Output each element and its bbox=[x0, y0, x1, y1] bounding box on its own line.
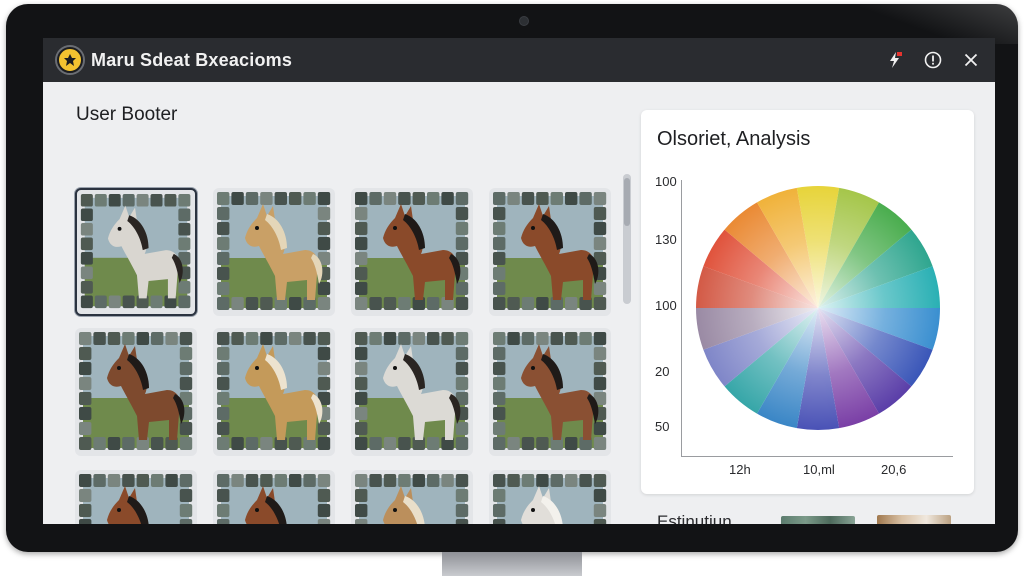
x-axis bbox=[681, 456, 953, 457]
flash-button[interactable] bbox=[885, 50, 905, 70]
horse-image bbox=[355, 474, 469, 524]
monitor-stand bbox=[442, 552, 582, 576]
horse-thumbnail[interactable] bbox=[351, 188, 473, 316]
tan-swatch[interactable] bbox=[877, 515, 951, 524]
info-button[interactable] bbox=[923, 50, 943, 70]
horse-thumbnail[interactable] bbox=[75, 188, 197, 316]
horse-thumbnail[interactable] bbox=[213, 188, 335, 316]
close-icon bbox=[964, 53, 978, 67]
scrollbar-thumb[interactable] bbox=[624, 178, 630, 226]
analysis-title: Olsoriet, Analysis bbox=[657, 128, 811, 150]
horse-image bbox=[79, 332, 193, 450]
y-axis bbox=[681, 180, 682, 456]
x-axis-label: 20,6 bbox=[881, 462, 907, 477]
close-button[interactable] bbox=[961, 50, 981, 70]
horse-thumbnail[interactable] bbox=[213, 328, 335, 456]
left-pane: User Booter bbox=[43, 82, 633, 524]
section-title: User Booter bbox=[76, 104, 178, 125]
webcam bbox=[519, 16, 529, 26]
scrollbar[interactable] bbox=[623, 174, 631, 304]
horse-image bbox=[217, 192, 331, 310]
horse-image bbox=[493, 474, 607, 524]
horse-image bbox=[355, 332, 469, 450]
info-icon bbox=[924, 51, 942, 69]
horse-image bbox=[79, 474, 193, 524]
horse-image bbox=[217, 474, 331, 524]
app-window: Maru Sdeat Bxeacioms User Booter Olsorie… bbox=[43, 38, 995, 524]
color-wheel[interactable] bbox=[693, 182, 943, 434]
horse-thumbnail[interactable] bbox=[351, 328, 473, 456]
window-title: Maru Sdeat Bxeacioms bbox=[91, 49, 293, 70]
horse-thumbnail[interactable] bbox=[213, 470, 335, 524]
title-actions bbox=[885, 50, 981, 70]
analysis-card: Olsoriet, Analysis 100 130 100 20 50 12h… bbox=[641, 110, 974, 494]
horse-image bbox=[217, 332, 331, 450]
horse-image bbox=[80, 193, 191, 309]
x-axis-label: 12h bbox=[729, 462, 751, 477]
app-logo-icon bbox=[57, 47, 83, 73]
horse-thumbnail[interactable] bbox=[489, 328, 611, 456]
title-bar: Maru Sdeat Bxeacioms bbox=[43, 38, 995, 82]
green-swatch[interactable] bbox=[781, 516, 855, 524]
distribution-strip: Estinutiun bbox=[641, 508, 974, 524]
x-axis-label: 10,ml bbox=[803, 462, 835, 477]
distribution-label: Estinutiun bbox=[657, 512, 732, 524]
horse-thumbnail[interactable] bbox=[75, 328, 197, 456]
flash-icon bbox=[890, 52, 902, 68]
monitor-frame: Maru Sdeat Bxeacioms User Booter Olsorie… bbox=[6, 4, 1018, 552]
horse-thumbnail[interactable] bbox=[489, 188, 611, 316]
wheel-highlight bbox=[696, 186, 940, 430]
horse-thumbnail[interactable] bbox=[75, 470, 197, 524]
horse-thumbnail[interactable] bbox=[351, 470, 473, 524]
horse-image bbox=[493, 192, 607, 310]
horse-thumbnail[interactable] bbox=[489, 470, 611, 524]
horse-image bbox=[493, 332, 607, 450]
horse-image bbox=[355, 192, 469, 310]
